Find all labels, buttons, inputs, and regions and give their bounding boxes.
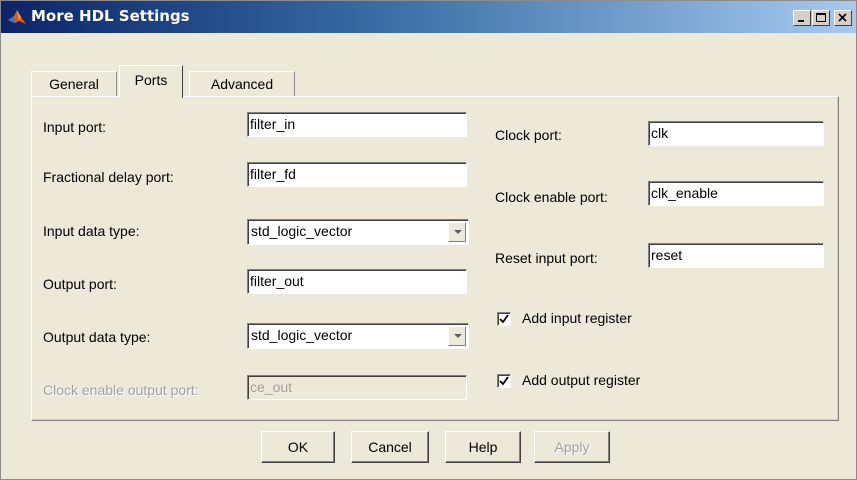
close-button[interactable] [834,10,852,26]
title-bar[interactable]: More HDL Settings [1,1,856,33]
output-port-field[interactable]: filter_out [247,269,467,294]
clock-port-field[interactable]: clk [648,121,824,146]
input-data-type-label: Input data type: [43,223,140,239]
clock-enable-output-port-label: Clock enable output port: [43,382,199,398]
ok-button[interactable]: OK [261,431,335,463]
output-data-type-label: Output data type: [43,329,151,345]
output-data-type-select[interactable]: std_logic_vector [247,323,469,349]
clock-enable-output-port-field: ce_out [247,375,467,400]
tab-advanced[interactable]: Advanced [189,71,295,97]
minimize-button[interactable] [793,10,811,26]
output-data-type-value: std_logic_vector [251,327,353,343]
dialog-window: More HDL Settings General Ports Advanced… [0,0,857,480]
input-data-type-value: std_logic_vector [251,223,353,239]
tab-general[interactable]: General [31,71,117,97]
clock-enable-port-field[interactable]: clk_enable [648,181,824,206]
add-output-register-label[interactable]: Add output register [522,372,640,388]
maximize-icon [816,13,826,22]
apply-button: Apply [534,431,610,463]
output-port-label: Output port: [43,276,117,292]
output-data-type-dropdown-button[interactable] [448,326,466,346]
minimize-icon [798,20,804,22]
input-data-type-select[interactable]: std_logic_vector [247,219,469,245]
clock-enable-port-label: Clock enable port: [495,189,608,205]
input-port-field[interactable]: filter_in [247,112,467,137]
add-input-register-label[interactable]: Add input register [522,310,632,326]
maximize-button[interactable] [812,10,830,26]
chevron-down-icon [454,230,462,234]
reset-input-port-label: Reset input port: [495,250,598,266]
add-input-register-checkbox[interactable] [497,312,511,326]
close-icon [838,13,847,22]
add-output-register-checkbox[interactable] [497,374,511,388]
checkmark-icon [499,314,509,324]
checkmark-icon [499,376,509,386]
chevron-down-icon [454,334,462,338]
reset-input-port-field[interactable]: reset [648,243,824,268]
clock-port-label: Clock port: [495,127,562,143]
fractional-delay-port-label: Fractional delay port: [43,169,174,185]
tab-strip: General Ports Advanced [1,65,857,98]
cancel-button[interactable]: Cancel [351,431,429,463]
tab-ports[interactable]: Ports [119,65,183,98]
fractional-delay-port-field[interactable]: filter_fd [247,162,467,187]
input-data-type-dropdown-button[interactable] [448,222,466,242]
window-title: More HDL Settings [31,7,190,25]
input-port-label: Input port: [43,119,107,135]
help-button[interactable]: Help [445,431,521,463]
matlab-logo-icon [8,10,26,24]
